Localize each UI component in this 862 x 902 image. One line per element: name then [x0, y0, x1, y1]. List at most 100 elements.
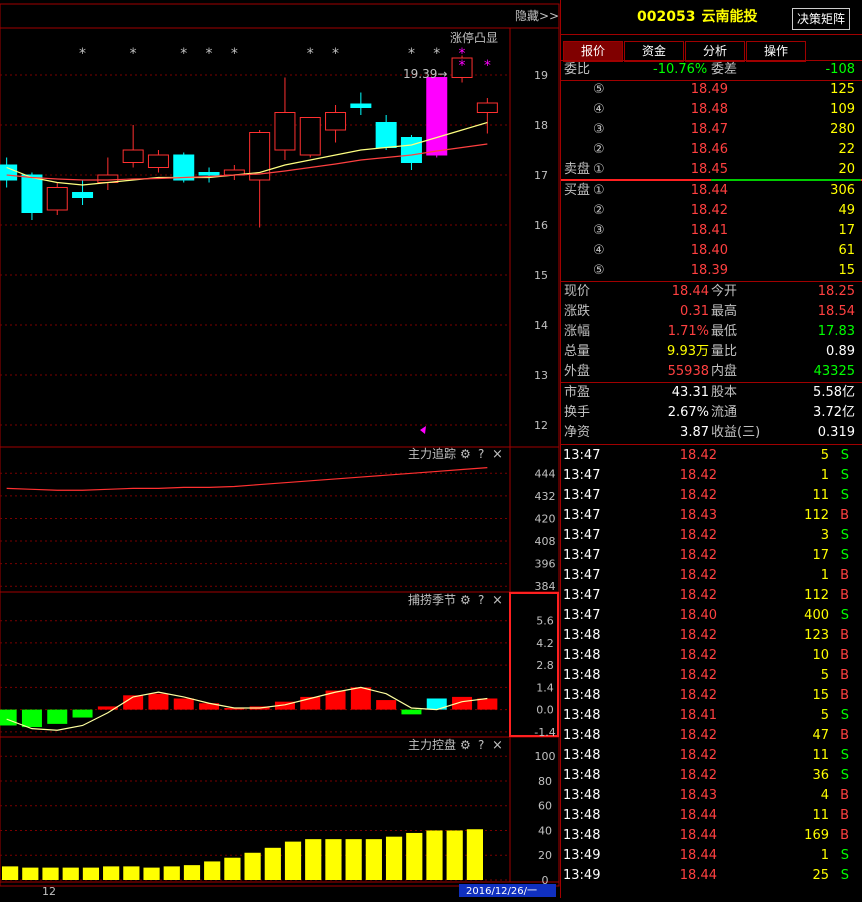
ind2-bar	[0, 709, 17, 726]
tick-time: 13:47	[563, 588, 601, 603]
price-tick-label: 18	[534, 119, 548, 132]
candle-body	[299, 117, 321, 156]
ind3-bar	[305, 839, 322, 880]
ask-level: ①	[593, 162, 605, 177]
stock-title: 002053 云南能投	[637, 6, 763, 26]
finance-label: 净资	[564, 425, 591, 440]
tick-row: 13:48 18.42 47 B	[561, 726, 861, 746]
indicator1-layer	[6, 467, 488, 491]
help-icon[interactable]: ?	[478, 593, 484, 607]
price-tick-label: 16	[534, 219, 548, 232]
weibi-row: 委比 -10.76% 委差 -108	[561, 60, 861, 80]
tick-volume: 3	[820, 528, 829, 543]
ask-row[interactable]: 卖盘 ① 18.45 20	[561, 160, 861, 180]
signal-star: *	[130, 46, 137, 62]
signal-star: *	[79, 46, 86, 62]
finance-label: 换手	[564, 405, 591, 420]
bid-price: 18.40	[690, 243, 728, 258]
stock-chart[interactable]: * * * * * * * * * ** * 191817161514131244443242040…	[0, 0, 560, 898]
tick-volume: 1	[820, 468, 829, 483]
stat-label: 总量	[564, 344, 591, 359]
tick-price: 18.42	[679, 468, 717, 483]
tab-fund[interactable]: 资金	[624, 41, 684, 62]
bid-row[interactable]: ④ 18.40 61	[561, 241, 861, 261]
tick-volume: 5	[820, 708, 829, 723]
tick-row: 13:48 18.44 11 B	[561, 806, 861, 826]
chart-area[interactable]: * * * * * * * * * * * * 19 18 17 16 15 14 13 12 444 432 420 40…	[0, 0, 560, 898]
ind1-tick-label: 444	[535, 467, 556, 480]
stat-label: 内盘	[711, 364, 738, 379]
ask-row[interactable]: ③ 18.47 280	[561, 120, 861, 140]
ind2-tick-label: 1.4	[536, 681, 554, 694]
ask-row[interactable]: ④ 18.48 109	[561, 100, 861, 120]
candle-body	[147, 154, 169, 168]
ind3-bar	[446, 830, 463, 880]
gear-icon[interactable]: ⚙	[460, 593, 471, 607]
ask-level: ⑤	[593, 82, 605, 97]
tick-direction: B	[840, 728, 849, 743]
candles-layer: * * * * * * * * * ** *	[0, 46, 498, 434]
tick-volume: 123	[804, 628, 829, 643]
tab-quote[interactable]: 报价	[563, 41, 623, 62]
candle-body	[72, 192, 94, 198]
bid-price: 18.44	[690, 183, 728, 198]
decision-matrix-button[interactable]: 决策矩阵	[792, 8, 851, 30]
close-icon[interactable]: ×	[492, 593, 503, 608]
tick-time: 13:48	[563, 788, 601, 803]
tick-direction: B	[840, 628, 849, 643]
candle-body	[122, 149, 144, 163]
weibi-value: -10.76%	[653, 62, 708, 77]
quote-panel: 002053 云南能投 决策矩阵 报价 资金 分析 操作 委比 -10.76% 委差 -…	[560, 0, 862, 898]
bid-volume: 17	[838, 223, 855, 238]
divider	[561, 444, 862, 445]
close-icon[interactable]: ×	[492, 447, 503, 462]
candle-body	[375, 122, 397, 148]
tick-volume: 10	[812, 648, 829, 663]
gear-icon[interactable]: ⚙	[460, 447, 471, 461]
tab-operation[interactable]: 操作	[746, 41, 806, 62]
tick-price: 18.42	[679, 748, 717, 763]
tick-price: 18.44	[679, 808, 717, 823]
help-icon[interactable]: ?	[478, 447, 484, 461]
bid-row[interactable]: ② 18.42 49	[561, 201, 861, 221]
quote-tabs: 报价 资金 分析 操作	[563, 40, 807, 62]
help-icon[interactable]: ?	[478, 738, 484, 752]
gear-icon[interactable]: ⚙	[460, 738, 471, 752]
tick-direction: S	[840, 608, 849, 623]
bid-row[interactable]: 买盘 ① 18.44 306	[561, 181, 861, 201]
ask-row[interactable]: ② 18.46 22	[561, 140, 861, 160]
close-icon[interactable]: ×	[492, 738, 503, 753]
ind2-bar	[376, 700, 397, 710]
ind2-bar	[173, 698, 194, 710]
tick-direction: S	[840, 448, 849, 463]
hide-toggle[interactable]: 隐藏>>	[515, 9, 559, 23]
tick-time: 13:49	[563, 848, 601, 863]
ask-volume: 22	[838, 142, 855, 157]
ind1-tick-label: 408	[535, 535, 556, 548]
ind2-tick-label: 5.6	[536, 615, 554, 628]
indicator1-title[interactable]: 主力追踪	[408, 446, 456, 461]
bid-volume: 49	[838, 203, 855, 218]
ind3-tick-label: 20	[538, 849, 552, 862]
ask-row[interactable]: ⑤ 18.49 125	[561, 80, 861, 100]
ind3-bar	[345, 839, 362, 880]
tick-volume: 17	[812, 548, 829, 563]
stat-value: 18.54	[817, 304, 855, 319]
ind3-bar	[365, 839, 382, 880]
indicator3-layer	[2, 829, 483, 880]
indicator2-title[interactable]: 捕捞季节	[408, 592, 456, 607]
tick-row: 13:48 18.42 10 B	[561, 646, 861, 666]
stat-row: 涨跌 0.31 最高 18.54	[561, 302, 861, 322]
tab-analysis[interactable]: 分析	[685, 41, 745, 62]
candle-body	[400, 137, 422, 163]
price-tick-label: 14	[534, 319, 548, 332]
tick-row: 13:48 18.42 11 S	[561, 746, 861, 766]
tick-price: 18.42	[679, 548, 717, 563]
bid-row[interactable]: ⑤ 18.39 15	[561, 261, 861, 281]
tick-row: 13:48 18.42 123 B	[561, 626, 861, 646]
bid-row[interactable]: ③ 18.41 17	[561, 221, 861, 241]
candle-body	[325, 112, 347, 131]
tick-volume: 11	[812, 748, 829, 763]
indicator3-title[interactable]: 主力控盘	[408, 737, 456, 752]
ind3-bar	[62, 867, 79, 880]
